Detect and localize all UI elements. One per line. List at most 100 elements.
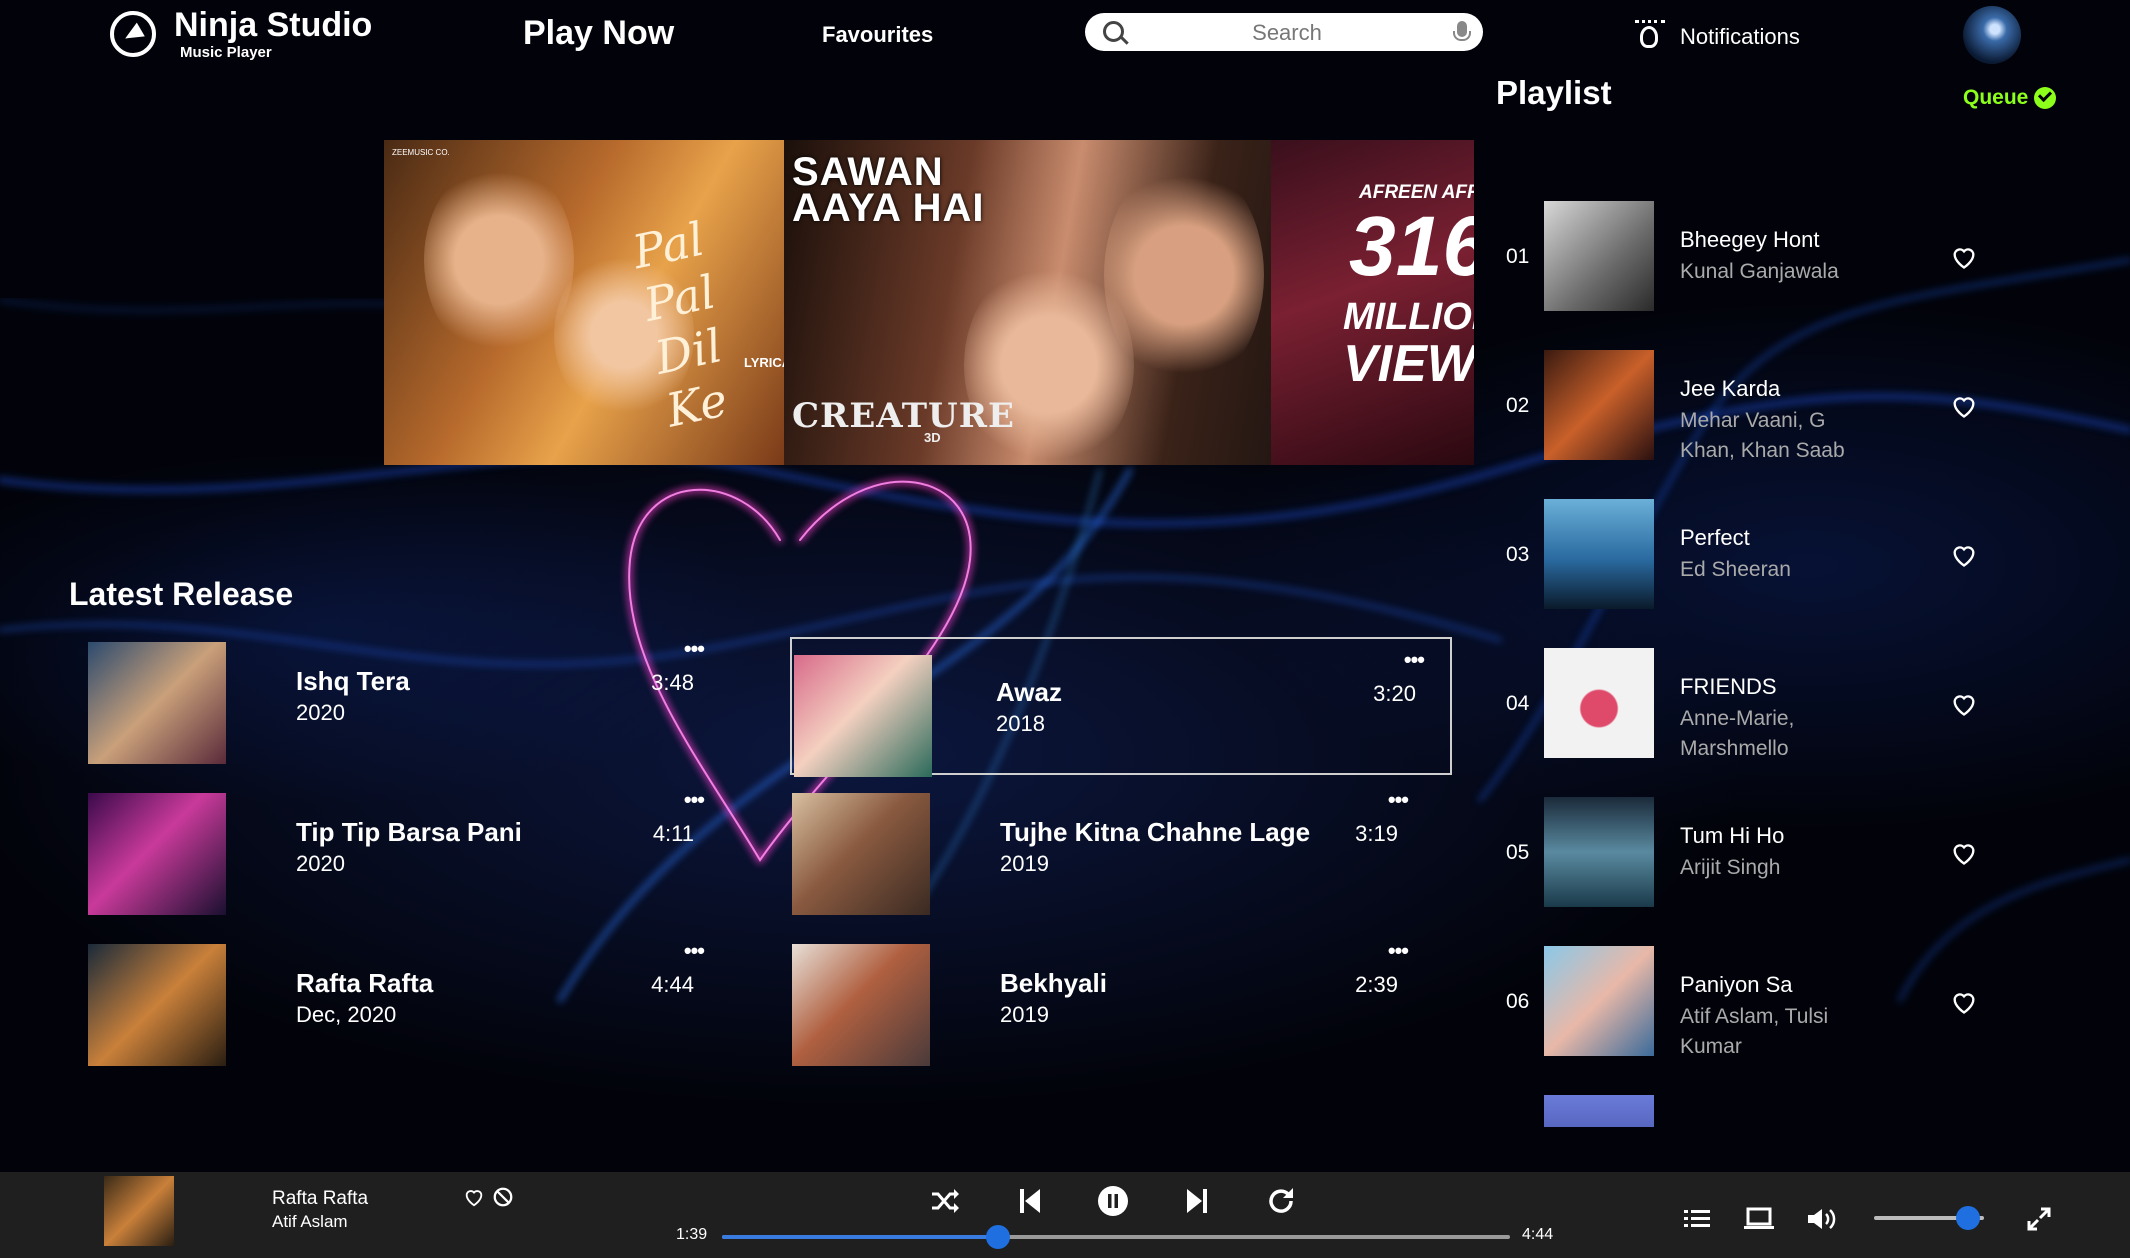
progress-slider[interactable]: [722, 1225, 1510, 1249]
progress-knob[interactable]: [985, 1225, 1010, 1249]
nav-favourites[interactable]: Favourites: [822, 22, 933, 48]
playlist-item[interactable]: 06 Paniyon Sa Atif Aslam, Tulsi Kumar: [1490, 940, 2010, 1089]
banner-number: 316: [1349, 199, 1474, 293]
song-card[interactable]: Ishq Tera 2020 ••• 3:48: [70, 626, 732, 764]
song-card[interactable]: Rafta Rafta Dec, 2020 ••• 4:44: [70, 928, 732, 1066]
track-artist: Kunal Ganjawala: [1680, 260, 1839, 283]
song-thumbnail: [794, 655, 932, 777]
banner-title-line: SAWAN: [792, 150, 944, 194]
track-number: 06: [1506, 990, 1530, 1013]
banner-slide-2[interactable]: SAWAN AAYA HAI CREATURE 3D: [784, 140, 1271, 465]
notifications-button[interactable]: Notifications: [1635, 20, 1800, 50]
fullscreen-button[interactable]: [2022, 1202, 2056, 1236]
search-bar[interactable]: [1085, 13, 1483, 51]
player-bar: Rafta Rafta Atif Aslam 1:39 4:44: [0, 1172, 2130, 1258]
back-circle-icon: [110, 10, 156, 57]
app-logo[interactable]: Ninja Studio Music Player: [110, 6, 372, 61]
total-time: 4:44: [1522, 1226, 1554, 1243]
next-button[interactable]: [1180, 1184, 1214, 1218]
song-card[interactable]: Tip Tip Barsa Pani 2020 ••• 4:11: [70, 777, 732, 915]
playlist-item[interactable]: 02 Jee Karda Mehar Vaani, G Khan, Khan S…: [1490, 344, 2010, 493]
track-number: 02: [1506, 394, 1530, 417]
avatar[interactable]: [1963, 6, 2021, 64]
banner-slide-3[interactable]: AFREEN AFREEN 316 MILLION VIEWS: [1271, 140, 1474, 465]
queue-button[interactable]: Queue: [1963, 86, 2057, 110]
volume-button[interactable]: [1804, 1202, 1838, 1236]
device-button[interactable]: [1742, 1202, 1776, 1236]
app-subtitle: Music Player: [180, 44, 272, 61]
pause-button[interactable]: [1096, 1184, 1130, 1218]
mic-icon[interactable]: [1453, 21, 1471, 41]
playlist-heading: Playlist: [1496, 74, 1612, 111]
more-options-icon[interactable]: •••: [684, 787, 705, 813]
song-card-selected[interactable]: Awaz 2018 ••• 3:20: [790, 637, 1452, 777]
track-thumbnail: [1544, 499, 1654, 609]
song-title: Awaz: [996, 677, 1062, 707]
track-thumbnail: [1544, 797, 1654, 907]
track-title: Tum Hi Ho: [1680, 823, 1785, 848]
nav-play-now[interactable]: Play Now: [523, 14, 674, 53]
track-artist: Ed Sheeran: [1680, 558, 1791, 581]
shuffle-icon: [932, 1189, 959, 1213]
track-title: Paniyon Sa: [1680, 972, 1793, 997]
song-card[interactable]: Tujhe Kitna Chahne Lage 2019 ••• 3:19: [774, 777, 1436, 915]
playlist-item[interactable]: [1490, 1089, 2010, 1127]
heart-icon[interactable]: [1950, 243, 1978, 271]
heart-icon[interactable]: [1950, 988, 1978, 1016]
more-options-icon[interactable]: •••: [1388, 787, 1409, 813]
more-options-icon[interactable]: •••: [684, 938, 705, 964]
heart-icon[interactable]: [1950, 690, 1978, 718]
heart-icon[interactable]: [1950, 541, 1978, 569]
song-title: Tujhe Kitna Chahne Lage: [1000, 817, 1311, 847]
song-year: 2019: [1000, 851, 1049, 876]
heart-icon[interactable]: [463, 1186, 485, 1208]
elapsed-time: 1:39: [676, 1226, 708, 1243]
search-input[interactable]: [1145, 17, 1429, 49]
playlist-item[interactable]: 05 Tum Hi Ho Arijit Singh: [1490, 791, 2010, 940]
volume-slider[interactable]: [1874, 1206, 1984, 1230]
banner-logo-sub: 3D: [924, 430, 941, 445]
song-title: Ishq Tera: [296, 666, 410, 696]
heart-icon[interactable]: [1950, 392, 1978, 420]
banner-company: ZEEMUSIC CO.: [392, 148, 450, 157]
expand-icon: [2027, 1207, 2051, 1231]
latest-release-heading: Latest Release: [69, 576, 294, 612]
track-artist: Atif Aslam, Tulsi Kumar: [1680, 1005, 1829, 1058]
block-icon[interactable]: [492, 1186, 514, 1208]
repeat-button[interactable]: [1264, 1184, 1298, 1218]
more-options-icon[interactable]: •••: [1404, 647, 1425, 673]
more-options-icon[interactable]: •••: [684, 636, 705, 662]
app-title: Ninja Studio: [174, 6, 373, 44]
song-thumbnail: [792, 944, 930, 1066]
playlist-list[interactable]: 01 Bheegey Hont Kunal Ganjawala 02 Jee K…: [1490, 195, 2010, 1127]
track-artist: Arijit Singh: [1680, 856, 1781, 879]
volume-knob[interactable]: [1955, 1206, 1980, 1230]
song-year: 2018: [996, 711, 1045, 736]
more-options-icon[interactable]: •••: [1388, 938, 1409, 964]
song-title: Rafta Rafta: [296, 968, 434, 998]
previous-icon: [1020, 1189, 1040, 1213]
banner-slide-1[interactable]: ZEEMUSIC CO. Pal Pal Dil Ke LYRICAL: [384, 140, 784, 465]
playlist-item[interactable]: 03 Perfect Ed Sheeran: [1490, 493, 2010, 642]
previous-button[interactable]: [1013, 1184, 1047, 1218]
track-number: 04: [1506, 692, 1530, 715]
featured-banner[interactable]: ZEEMUSIC CO. Pal Pal Dil Ke LYRICAL SAWA…: [384, 140, 1474, 465]
banner-logo: CREATURE: [792, 396, 1015, 436]
queue-list-button[interactable]: [1680, 1202, 1714, 1236]
playlist-item[interactable]: 01 Bheegey Hont Kunal Ganjawala: [1490, 195, 2010, 344]
repeat-icon: [1269, 1188, 1293, 1213]
heart-icon[interactable]: [1950, 839, 1978, 867]
search-icon[interactable]: [1103, 21, 1124, 42]
playlist-item[interactable]: 04 FRIENDS Anne-Marie, Marshmello: [1490, 642, 2010, 791]
shuffle-button[interactable]: [928, 1184, 962, 1218]
song-thumbnail: [88, 642, 226, 764]
now-playing-thumbnail: [104, 1176, 174, 1246]
song-year: 2020: [296, 851, 345, 876]
song-card[interactable]: Bekhyali 2019 ••• 2:39: [774, 928, 1436, 1066]
track-thumbnail: [1544, 201, 1654, 311]
song-duration: 3:48: [651, 670, 694, 695]
song-year: 2019: [1000, 1002, 1049, 1027]
track-title: Bheegey Hont: [1680, 227, 1820, 252]
song-duration: 2:39: [1355, 972, 1398, 997]
track-thumbnail: [1544, 1095, 1654, 1127]
